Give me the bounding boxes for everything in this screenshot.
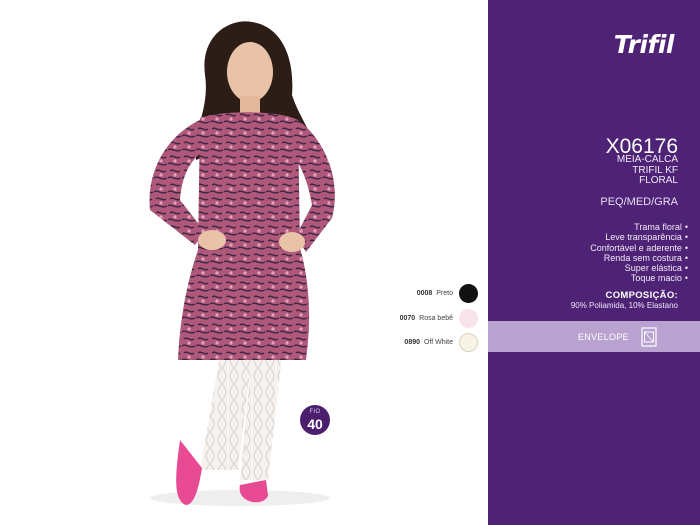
swatch-dot bbox=[459, 333, 478, 352]
swatch-dot bbox=[459, 309, 478, 328]
packaging-bar: ENVELOPE bbox=[488, 321, 700, 352]
fio-value: 40 bbox=[307, 416, 323, 432]
feature-item: Confortável e aderente • bbox=[590, 242, 688, 253]
color-swatch-rosa-bebe[interactable]: 0070 Rosa bebê bbox=[400, 309, 478, 328]
model-illustration bbox=[149, 21, 335, 506]
feature-item: Trama floral • bbox=[634, 222, 688, 232]
feature-item: Renda sem costura • bbox=[603, 252, 688, 263]
fio-badge: FIO 40 bbox=[300, 405, 330, 435]
product-info-panel: Trifil X06176 MEIA-CALCA TRIFIL KF FLORA… bbox=[488, 0, 700, 525]
product-name-line: FLORAL bbox=[639, 175, 678, 186]
swatch-dot bbox=[459, 284, 478, 303]
feature-item: Super elástica • bbox=[624, 263, 688, 274]
swatch-label: 0008 Preto bbox=[416, 290, 453, 297]
product-name: MEIA-CALCA TRIFIL KF FLORAL bbox=[616, 154, 678, 187]
envelope-package-icon bbox=[641, 327, 657, 347]
swatch-label: 0890 Off White bbox=[404, 339, 453, 346]
product-photo: FIO 40 bbox=[0, 0, 488, 525]
feature-item: Toque macio • bbox=[630, 273, 688, 284]
composition-title: COMPOSIÇÃO: bbox=[605, 290, 678, 301]
color-swatch-off-white[interactable]: 0890 Off White bbox=[404, 333, 478, 352]
size-range: PEQ/MED/GRA bbox=[600, 196, 678, 208]
product-name-line: MEIA-CALCA bbox=[616, 154, 678, 165]
fio-label: FIO bbox=[309, 409, 321, 415]
composition-text: 90% Poliamida, 10% Elastano bbox=[570, 301, 678, 310]
packaging-label: ENVELOPE bbox=[578, 332, 629, 342]
swatch-label: 0070 Rosa bebê bbox=[399, 315, 453, 322]
feature-list: Trama floral • Leve transparência • Confor… bbox=[590, 222, 688, 284]
brand-logo: Trifil bbox=[613, 30, 675, 59]
feature-item: Leve transparência • bbox=[605, 232, 688, 243]
color-swatch-preto[interactable]: 0008 Preto bbox=[417, 284, 478, 303]
